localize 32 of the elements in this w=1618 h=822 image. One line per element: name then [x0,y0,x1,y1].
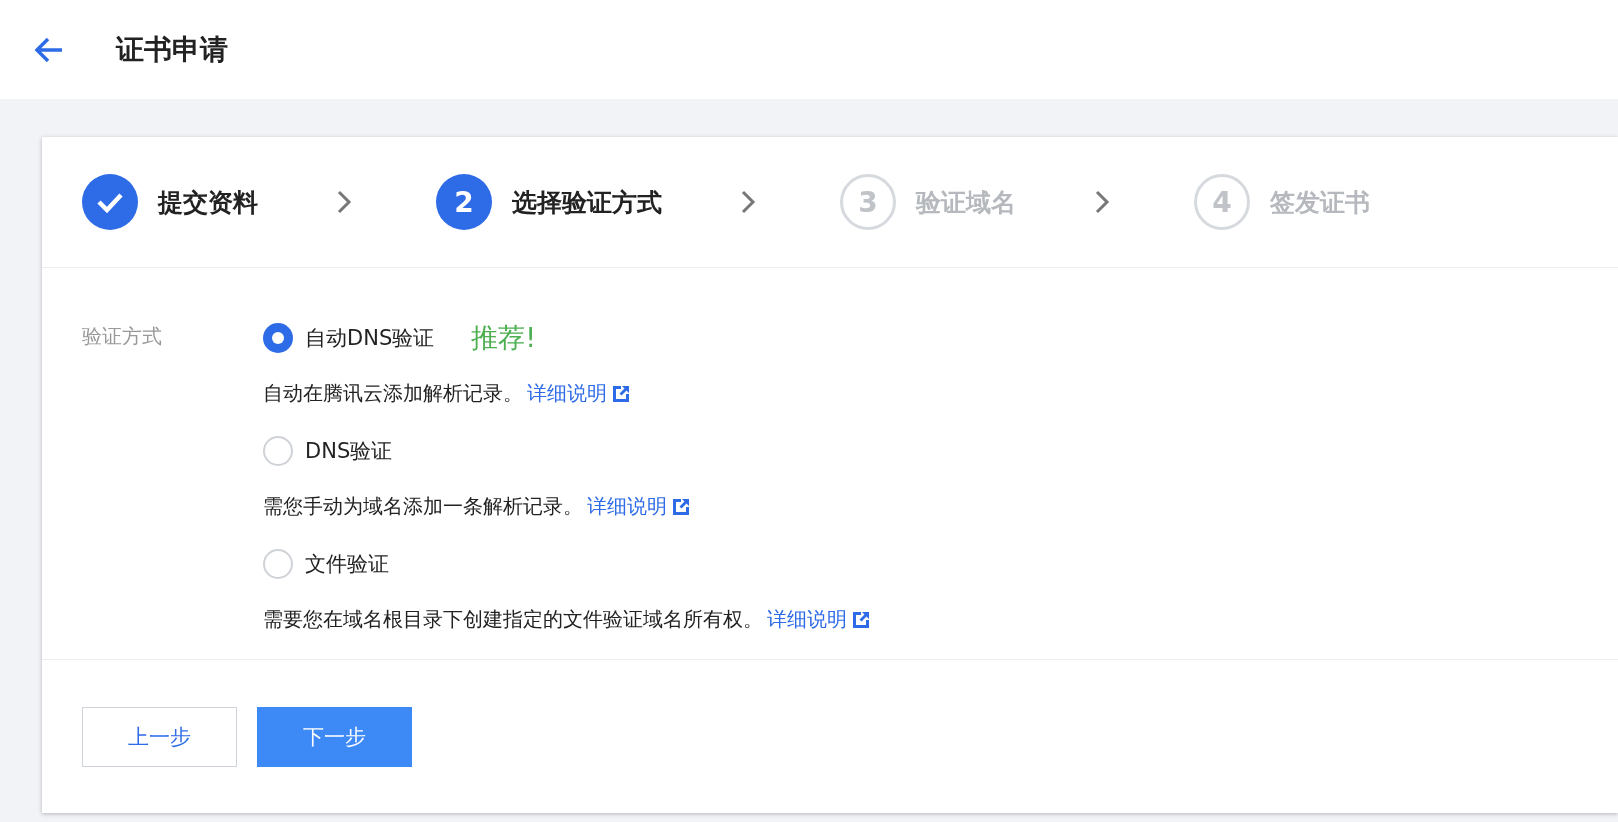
option-description: 需您手动为域名添加一条解析记录。 [263,493,583,521]
recommended-tag: 推荐! [471,320,537,357]
details-link[interactable]: 详细说明 [527,380,607,408]
step-number: 3 [840,174,896,230]
chevron-right-icon [740,189,756,215]
step-number: 2 [436,174,492,230]
next-button[interactable]: 下一步 [257,706,412,767]
previous-button[interactable]: 上一步 [82,706,237,767]
step-label: 签发证书 [1270,186,1370,219]
option-label[interactable]: DNS验证 [305,437,393,466]
option-description: 自动在腾讯云添加解析记录。 [263,380,523,408]
page-title: 证书申请 [116,31,228,68]
external-link-icon[interactable] [671,496,691,517]
chevron-right-icon [1094,189,1110,215]
step-number: 4 [1194,174,1250,230]
field-label: 验证方式 [82,323,163,351]
step-label: 选择验证方式 [512,186,662,219]
option-label[interactable]: 自动DNS验证 [305,324,435,353]
step-check-icon [82,174,138,230]
details-link[interactable]: 详细说明 [587,493,667,521]
radio-button[interactable] [263,436,293,467]
option-label[interactable]: 文件验证 [305,550,389,579]
back-arrow-icon[interactable] [34,36,64,63]
external-link-icon[interactable] [611,383,631,404]
radio-button[interactable] [263,323,293,354]
external-link-icon[interactable] [851,609,871,630]
step-label: 提交资料 [158,186,258,219]
chevron-right-icon [336,189,352,215]
option-description: 需要您在域名根目录下创建指定的文件验证域名所有权。 [263,606,763,634]
radio-button[interactable] [263,549,293,580]
step-label: 验证域名 [916,186,1016,219]
details-link[interactable]: 详细说明 [767,606,847,634]
